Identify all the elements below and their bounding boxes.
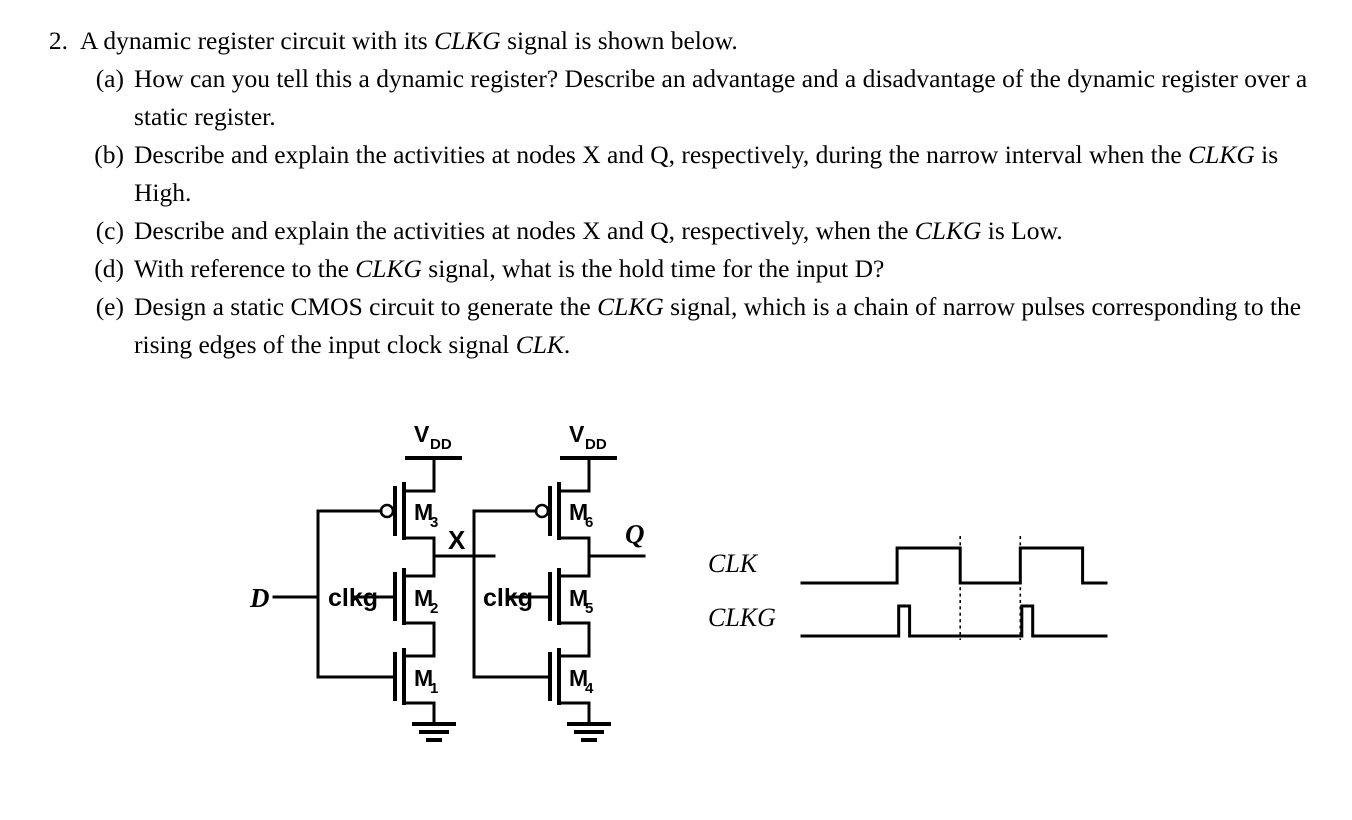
vdd-label-left-sub: DD (430, 436, 452, 453)
plain-text: A dynamic register circuit with its (80, 26, 435, 55)
emphasis-text: CLKG (914, 216, 982, 245)
plain-text: signal, what is the hold time for the in… (421, 254, 885, 283)
waveform-label-clkg: CLKG (708, 603, 776, 632)
clkg-label-right: clkg (483, 584, 533, 612)
plain-text: Describe and explain the activities at n… (134, 216, 915, 245)
m2-label-sub: 2 (430, 600, 438, 617)
page-root: 2. A dynamic register circuit with its C… (0, 0, 1352, 820)
emphasis-text: CLKG (1188, 140, 1255, 169)
m3-gate-bubble (379, 503, 395, 519)
waveform-clkg (800, 604, 1108, 638)
sub-question-e-marker: (e) (95, 292, 124, 321)
question-stem-row: 2. A dynamic register circuit with its C… (38, 22, 1318, 60)
sub-question-e-text: Design a static CMOS circuit to generate… (134, 288, 1318, 364)
sub-question-c-marker: (c) (95, 216, 124, 245)
emphasis-text: CLKG (434, 26, 501, 55)
figure-area: V DD M 3 X M 2 M 1 clkg D V DD M 6 Q M 5… (0, 408, 1352, 768)
sub-question-a-text: How can you tell this a dynamic register… (134, 60, 1318, 136)
plain-text: signal is shown below. (500, 26, 738, 55)
plain-text: Describe and explain the activities at n… (134, 140, 1189, 169)
question-number: 2. (48, 26, 68, 55)
m3-label-sub: 3 (430, 514, 438, 531)
circuit-schematic: V DD M 3 X M 2 M 1 clkg D V DD M 6 Q M 5… (249, 421, 646, 742)
plain-text: How can you tell this a dynamic register… (134, 64, 1308, 131)
sub-question-e: (e) Design a static CMOS circuit to gene… (82, 288, 1318, 364)
vdd-label-right-sub: DD (585, 436, 607, 453)
sub-question-c: (c) Describe and explain the activities … (82, 212, 1318, 250)
sub-question-b-text: Describe and explain the activities at n… (134, 136, 1318, 212)
sub-question-d-marker: (d) (94, 254, 124, 283)
sub-question-d-text: With reference to the CLKG signal, what … (134, 250, 1318, 288)
clkg-label-left: clkg (328, 584, 378, 612)
vdd-label-left-main: V (414, 421, 430, 447)
plain-text: is Low. (981, 216, 1063, 245)
sub-question-b-marker: (b) (94, 140, 124, 169)
sub-question-a: (a) How can you tell this a dynamic regi… (82, 60, 1318, 136)
emphasis-text: CLK (515, 330, 564, 359)
m4-label-sub: 4 (585, 680, 594, 697)
waveform-clk (800, 546, 1108, 585)
vdd-label-right-main: V (569, 421, 585, 447)
plain-text: Design a static CMOS circuit to generate… (134, 292, 598, 321)
plain-text: . (563, 330, 571, 359)
m6-gate-bubble (534, 503, 550, 519)
m5-label-sub: 5 (585, 600, 593, 617)
emphasis-text: CLKG (597, 292, 664, 321)
question-block: 2. A dynamic register circuit with its C… (38, 22, 1318, 364)
sub-question-d: (d) With reference to the CLKG signal, w… (82, 250, 1318, 288)
m1-label-sub: 1 (430, 680, 438, 697)
plain-text: With reference to the (134, 254, 356, 283)
node-q-label: Q (625, 519, 645, 549)
m6-label-sub: 6 (585, 514, 593, 531)
question-stem-text: A dynamic register circuit with its CLKG… (80, 22, 1318, 60)
waveform-label-clk: CLK (708, 549, 759, 578)
emphasis-text: CLKG (355, 254, 422, 283)
input-d-label: D (249, 583, 270, 613)
sub-question-c-text: Describe and explain the activities at n… (134, 212, 1318, 250)
sub-question-b: (b) Describe and explain the activities … (82, 136, 1318, 212)
timing-diagram: CLK CLKG (708, 536, 1108, 640)
sub-question-a-marker: (a) (95, 64, 124, 93)
node-x-label: X (448, 525, 466, 555)
